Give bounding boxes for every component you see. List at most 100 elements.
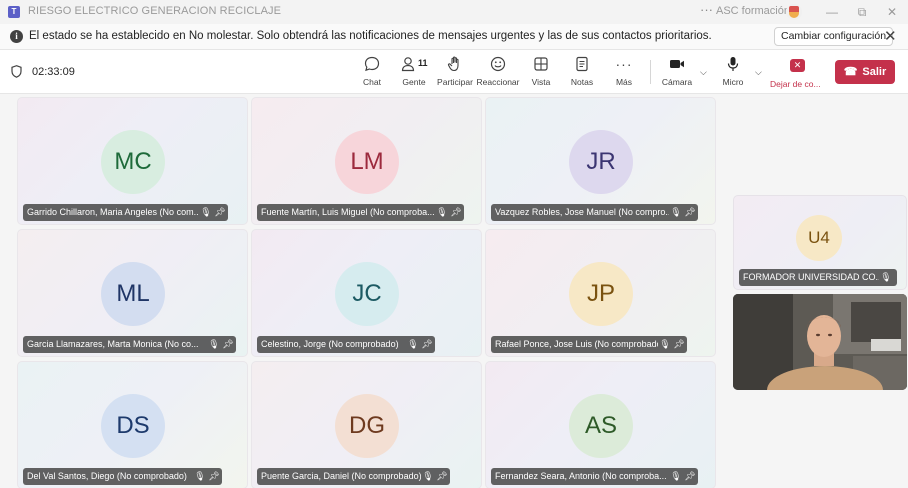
pin-icon[interactable]: 📌︎: [672, 336, 686, 353]
participant-name: Vazquez Robles, Jose Manuel (No compro..…: [495, 207, 669, 217]
grid-view-icon: [534, 57, 548, 71]
mic-off-icon: 🎙︎: [407, 339, 419, 349]
participant-tile[interactable]: DG Puente Garcia, Daniel (No comprobado)🎙…: [251, 361, 482, 488]
do-not-disturb-banner: i El estado se ha establecido en No mole…: [0, 24, 908, 50]
info-icon: i: [10, 30, 23, 43]
avatar: ML: [101, 262, 165, 326]
participant-name-tag: Del Val Santos, Diego (No comprobado) 🎙︎ 📌…: [23, 468, 222, 485]
participant-tile[interactable]: ML Garcia Llamazares, Marta Monica (No co…: [17, 229, 248, 357]
mic-off-icon: 🎙︎: [194, 471, 206, 481]
pin-icon[interactable]: 📌︎: [213, 204, 227, 221]
avatar: DS: [101, 394, 165, 458]
participant-name-tag: Puente Garcia, Daniel (No comprobado)🎙︎ 📌…: [257, 468, 450, 485]
avatar: DG: [335, 394, 399, 458]
pin-icon[interactable]: 📌︎: [207, 468, 221, 485]
mic-label: Micro: [722, 77, 744, 87]
leave-meeting-button[interactable]: ☎ Salir: [835, 60, 895, 84]
people-icon: [401, 57, 415, 72]
participant-name-tag: Garcia Llamazares, Marta Monica (No co..…: [23, 336, 236, 353]
mic-off-icon: 🎙︎: [208, 339, 220, 349]
organization-name[interactable]: ASC formación: [716, 5, 790, 17]
participant-name: Celestino, Jorge (No comprobado): [261, 339, 399, 349]
participant-name: Fuente Martín, Luis Miguel (No comproba.…: [261, 207, 435, 217]
participant-name: Del Val Santos, Diego (No comprobado): [27, 471, 187, 481]
participant-name-tag: Fuente Martín, Luis Miguel (No comproba.…: [257, 204, 464, 221]
avatar: MC: [101, 130, 165, 194]
phone-hangup-icon: ☎: [843, 66, 858, 78]
change-settings-button[interactable]: Cambiar configuración: [774, 27, 894, 46]
participant-name-tag: Vazquez Robles, Jose Manuel (No compro..…: [491, 204, 698, 221]
react-label: Reaccionar: [476, 77, 520, 87]
avatar: JR: [569, 130, 633, 194]
mic-off-icon: 🎙︎: [659, 339, 671, 349]
meeting-stage: MC Garrido Chillaron, Maria Angeles (No c…: [0, 95, 908, 488]
pin-icon[interactable]: 📌︎: [221, 336, 235, 353]
avatar: AS: [569, 394, 633, 458]
participant-count: 11: [418, 58, 428, 68]
chat-button[interactable]: Chat: [350, 55, 394, 91]
participant-name-tag: Celestino, Jorge (No comprobado) 🎙︎ 📌︎: [257, 336, 435, 353]
microphone-icon: [727, 57, 739, 71]
toolbar-separator: [650, 60, 651, 84]
mic-options-chevron-down-icon[interactable]: ⌵: [755, 67, 762, 78]
pin-icon[interactable]: 📌︎: [435, 468, 449, 485]
avatar: JC: [335, 262, 399, 326]
close-banner-icon[interactable]: ✕: [884, 27, 897, 45]
view-button[interactable]: Vista: [519, 55, 563, 91]
people-label: Gente: [402, 77, 426, 87]
participant-name: Rafael Ponce, Jose Luis (No comprobado): [495, 339, 658, 349]
emoji-icon: [490, 56, 506, 72]
presenter-video-tile[interactable]: [733, 294, 907, 390]
participant-name-tag: Garrido Chillaron, Maria Angeles (No com…: [23, 204, 228, 221]
window-title-bar: T RIESGO ELECTRICO GENERACION RECICLAJE …: [0, 0, 908, 24]
participant-tile[interactable]: JR Vazquez Robles, Jose Manuel (No compro…: [485, 97, 716, 225]
participant-name: FORMADOR UNIVERSIDAD CO...: [743, 272, 879, 282]
people-button[interactable]: 11 Gente: [392, 55, 436, 91]
react-button[interactable]: Reaccionar: [476, 55, 520, 91]
more-options-icon[interactable]: ···: [700, 2, 713, 17]
participant-tile[interactable]: LM Fuente Martín, Luis Miguel (No comprob…: [251, 97, 482, 225]
hand-icon: [447, 56, 459, 72]
avatar: LM: [335, 130, 399, 194]
participant-name: Garcia Llamazares, Marta Monica (No co..…: [27, 339, 199, 349]
restore-button[interactable]: ⧉: [848, 2, 876, 22]
raise-hand-button[interactable]: Participar: [433, 55, 477, 91]
mic-button[interactable]: Micro: [711, 55, 755, 91]
participant-name-tag: Rafael Ponce, Jose Luis (No comprobado)🎙…: [491, 336, 687, 353]
more-button[interactable]: ··· Más: [602, 55, 646, 91]
stop-sharing-icon[interactable]: ✕: [790, 59, 805, 72]
mic-off-icon: 🎙︎: [422, 471, 434, 481]
participant-name-tag: FORMADOR UNIVERSIDAD CO...🎙︎: [739, 269, 897, 286]
participant-tile[interactable]: AS Fernandez Seara, Antonio (No comproba.…: [485, 361, 716, 488]
mic-off-icon: 🎙︎: [880, 272, 892, 282]
minimize-button[interactable]: —: [818, 2, 846, 22]
organization-logo-icon[interactable]: [786, 4, 802, 20]
camera-options-chevron-down-icon[interactable]: ⌵: [700, 67, 707, 78]
close-window-button[interactable]: ✕: [878, 2, 906, 22]
meeting-toolbar: 02:33:09 Chat 11 Gente Participar Reacci…: [0, 50, 908, 94]
notes-label: Notas: [570, 77, 594, 87]
window-title: RIESGO ELECTRICO GENERACION RECICLAJE: [28, 5, 282, 17]
camera-button[interactable]: Cámara: [655, 55, 699, 91]
participant-tile-side[interactable]: U4 FORMADOR UNIVERSIDAD CO...🎙︎: [733, 195, 907, 290]
view-label: Vista: [531, 77, 551, 87]
banner-text: El estado se ha establecido en No molest…: [29, 30, 712, 42]
raise-hand-label: Participar: [437, 77, 473, 87]
stop-sharing-label[interactable]: Dejar de co...: [770, 79, 821, 89]
participant-tile[interactable]: JC Celestino, Jorge (No comprobado) 🎙︎ 📌︎: [251, 229, 482, 357]
more-icon: ···: [615, 56, 633, 72]
more-label: Más: [615, 77, 633, 87]
notes-button[interactable]: Notas: [560, 55, 604, 91]
teams-logo-icon: T: [8, 6, 20, 18]
chat-label: Chat: [363, 77, 381, 87]
pin-icon[interactable]: 📌︎: [449, 204, 463, 221]
participant-tile[interactable]: DS Del Val Santos, Diego (No comprobado) 🎙…: [17, 361, 248, 488]
participant-tile[interactable]: MC Garrido Chillaron, Maria Angeles (No c…: [17, 97, 248, 225]
participant-tile[interactable]: JP Rafael Ponce, Jose Luis (No comprobado…: [485, 229, 716, 357]
mic-off-icon: 🎙︎: [670, 207, 682, 217]
pin-icon[interactable]: 📌︎: [420, 336, 434, 353]
pin-icon[interactable]: 📌︎: [683, 468, 697, 485]
mic-off-icon: 🎙︎: [670, 471, 682, 481]
pin-icon[interactable]: 📌︎: [683, 204, 697, 221]
avatar: JP: [569, 262, 633, 326]
